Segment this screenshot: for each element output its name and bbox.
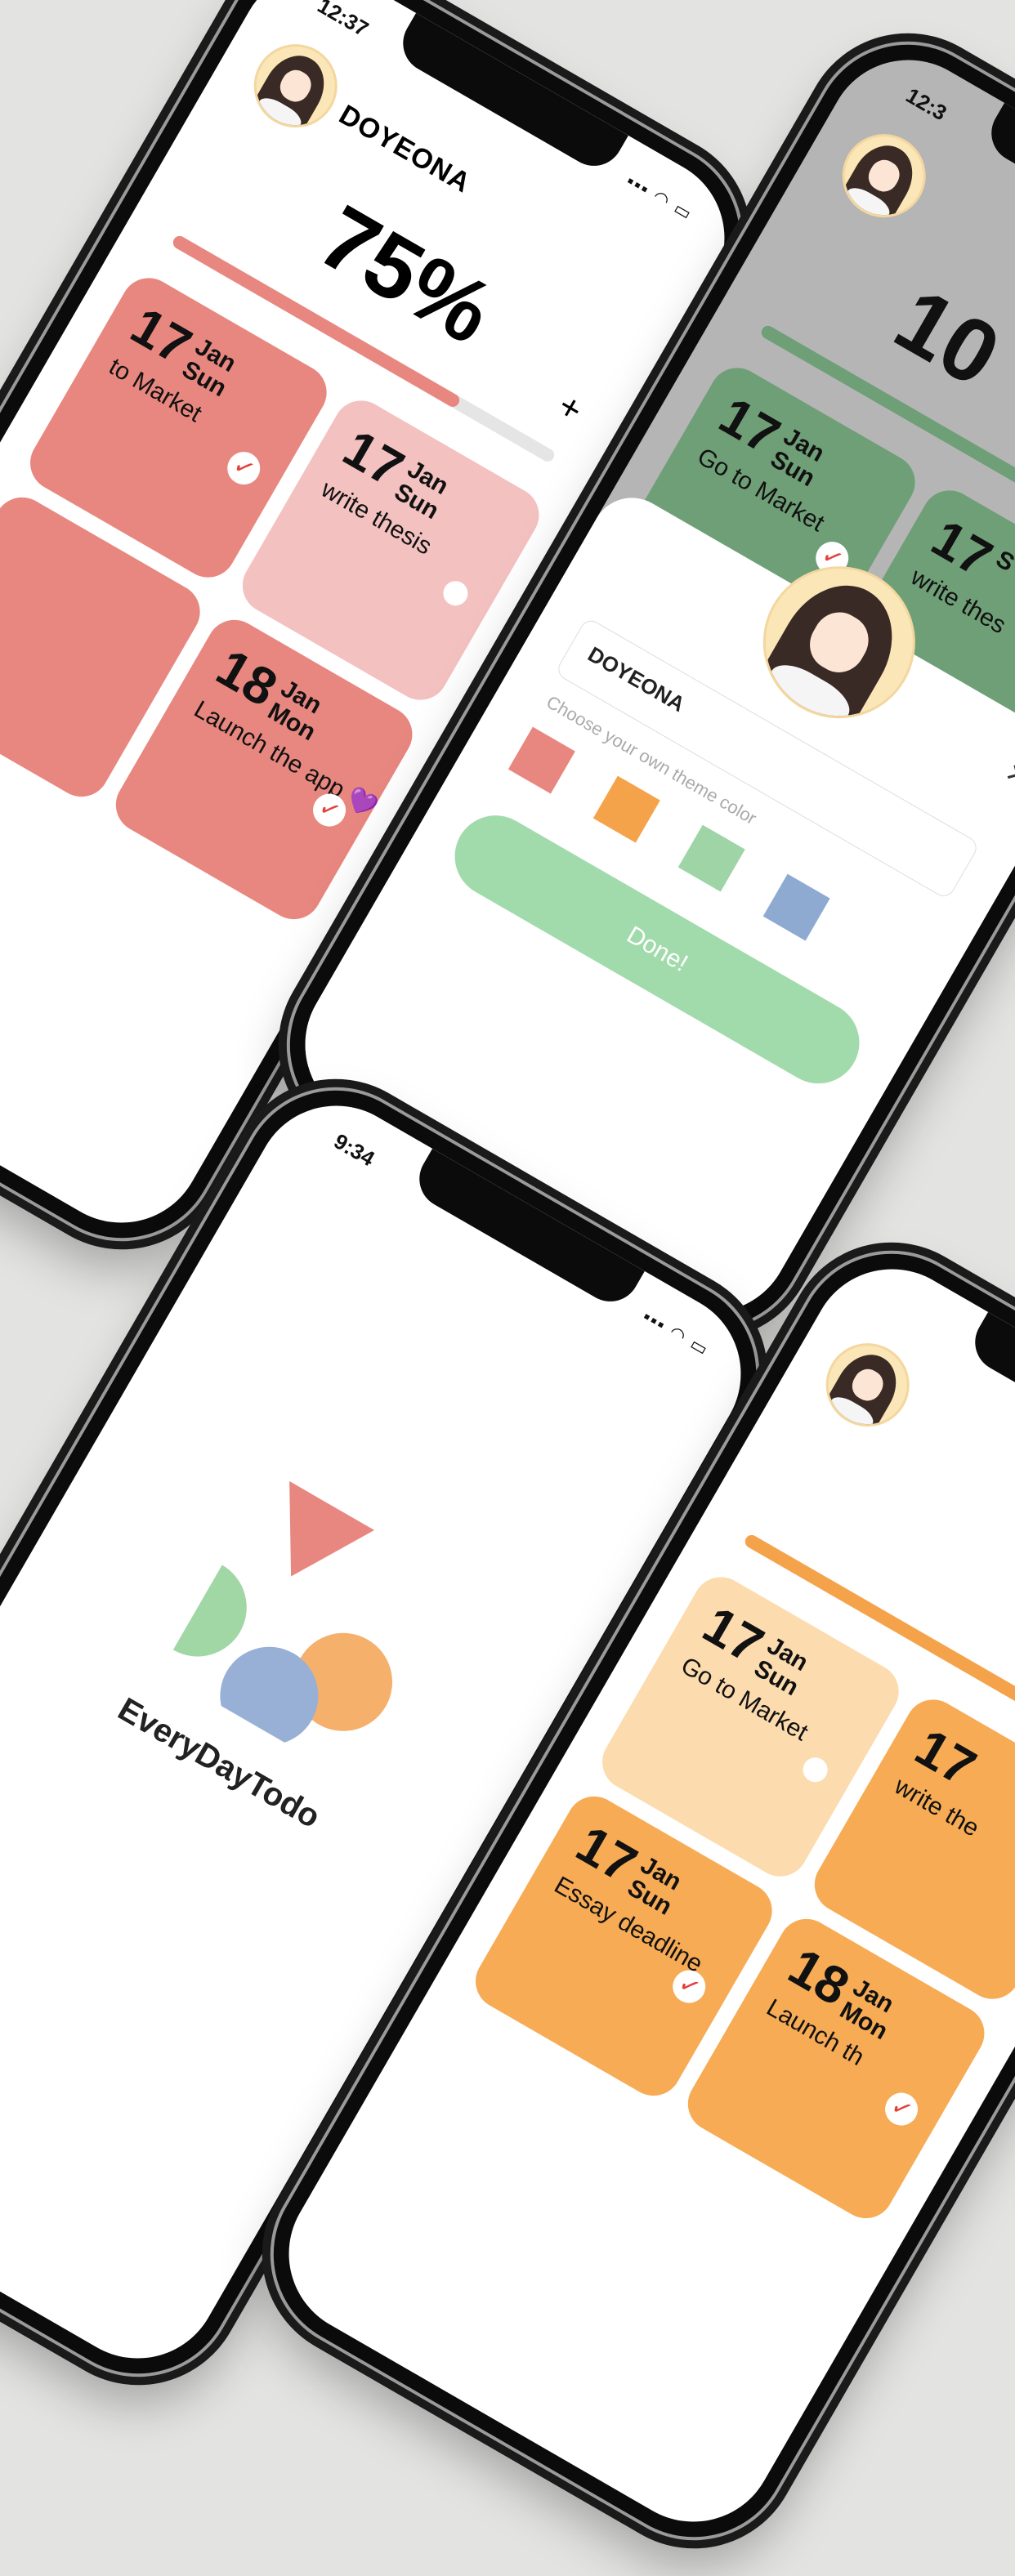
status-icons: ▪▪▪ ◠ ▭ xyxy=(639,1306,713,1360)
close-icon[interactable]: × xyxy=(998,752,1015,798)
theme-swatch-green[interactable] xyxy=(677,824,745,892)
heart-icon: 💜 xyxy=(342,784,382,823)
done-button-label: Done! xyxy=(622,921,693,978)
notch xyxy=(964,1311,1015,1476)
theme-swatch-orange[interactable] xyxy=(592,775,660,843)
logo-triangle xyxy=(289,1480,375,1577)
status-time: 12:3 xyxy=(901,83,951,126)
theme-swatch-blue[interactable] xyxy=(762,873,830,941)
theme-swatch-red[interactable] xyxy=(508,726,575,794)
status-icons: ▪▪▪ ◠ ▭ xyxy=(623,170,697,225)
avatar[interactable] xyxy=(811,1328,925,1442)
notch xyxy=(981,102,1015,267)
card-month: S xyxy=(990,545,1015,578)
progress-percentage: 10 xyxy=(879,269,1015,406)
status-time: 12:37 xyxy=(313,0,373,42)
name-field-value: DOYEONA xyxy=(584,641,690,717)
status-time: 9:34 xyxy=(329,1128,379,1172)
avatar[interactable] xyxy=(827,118,941,233)
